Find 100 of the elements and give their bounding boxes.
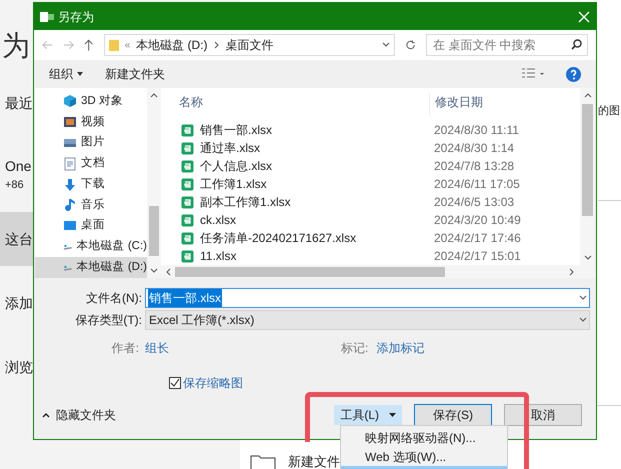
caret-icon [389,413,396,417]
breadcrumb-item[interactable]: 桌面文件 [226,36,274,54]
author-value[interactable]: 组长 [145,339,341,357]
file-name: 销售一部.xlsx [200,122,272,139]
new-folder-button[interactable]: 新建文件夹 [105,65,165,83]
scrollbar-thumb[interactable] [149,206,159,256]
menu-item[interactable]: Web 选项(W)... [341,447,507,466]
music-icon [63,198,77,212]
spreadsheet-icon [181,232,194,244]
file-name: 个人信息.xlsx [200,158,272,175]
overflow-indicator[interactable]: « [124,38,130,52]
nav-item[interactable]: 下载 [35,174,147,195]
spreadsheet-icon [181,124,194,136]
file-date: 2024/8/30 11:11 [433,122,520,139]
window-title: 另存为 [58,8,94,26]
scroll-down-icon[interactable] [584,255,592,261]
view-options-icon[interactable] [522,68,544,80]
hide-folders-button[interactable]: 隐藏文件夹 [42,406,116,424]
address-bar[interactable]: « 本地磁盘 (D:) 桌面文件 [104,34,395,56]
search-field[interactable]: 在 桌面文件 中搜索 [426,34,588,56]
file-row[interactable]: 销售一部.xlsx 2024/8/30 11:11 [161,121,580,139]
new-folder-label: 新建文件 [288,453,340,469]
spreadsheet-icon [181,196,194,208]
spreadsheet-icon [181,142,194,154]
nav-item[interactable]: 视频 [35,112,147,133]
video-icon [63,115,77,130]
scrollbar-thumb[interactable] [175,266,445,276]
checkbox-label: 保存缩略图 [183,375,243,392]
nav-item[interactable]: 本地磁盘 (D:) [35,257,147,278]
file-date: 2024/2/17 15:01 [433,248,522,265]
spreadsheet-icon [181,160,194,172]
file-row[interactable]: 副本工作簿1.xlsx 2024/6/5 13:03 [161,193,580,211]
file-row[interactable]: 11.xlsx 2024/2/17 15:01 [161,247,580,265]
scroll-right-icon[interactable] [569,268,575,276]
spreadsheet-icon [181,250,194,262]
file-row[interactable]: 工作簿1.xlsx 2024/6/11 17:05 [161,175,580,193]
tags-link[interactable]: 添加标记 [376,339,424,357]
page-title: 为 [2,30,30,61]
file-name: 通过率.xlsx [200,140,260,157]
file-row[interactable]: 通过率.xlsx 2024/8/30 1:14 [161,139,580,157]
nav-item[interactable]: 文档 [35,153,147,174]
dropdown-icon[interactable] [382,42,390,48]
file-row[interactable]: 任务清单-202402171627.xlsx 2024/2/17 17:46 [161,229,580,247]
doc-icon [63,156,77,171]
file-name: 11.xlsx [200,248,236,265]
scroll-up-icon[interactable] [584,92,592,98]
caret-icon [77,72,83,76]
file-date: 2024/6/5 13:03 [433,194,516,211]
folder-icon [250,453,276,469]
dropdown-icon [579,295,587,301]
nav-item[interactable]: 图片 [35,132,147,154]
spreadsheet-icon [181,214,194,226]
cancel-button[interactable]: 取消 [504,404,582,426]
file-date: 2024/8/30 1:14 [433,140,516,157]
filename-field[interactable]: 销售一部.xlsx [145,288,590,308]
chevron-icon [214,41,220,49]
file-name: 副本工作簿1.xlsx [200,194,291,211]
file-date: 2024/2/17 17:46 [433,230,522,247]
organize-button[interactable]: 组织 [49,65,83,83]
file-type-select[interactable]: Excel 工作簿(*.xlsx) [145,310,590,330]
description-text: 的图 [598,104,620,119]
nav-item[interactable]: 3D 对象 [35,91,147,112]
field-label: 保存类型(T): [74,312,143,329]
checkbox[interactable] [169,377,181,389]
spreadsheet-icon [181,178,194,190]
excel-icon [40,10,54,22]
file-name: 工作簿1.xlsx [200,176,267,193]
file-name: 任务清单-202402171627.xlsx [200,230,356,247]
frame-left-edge [305,392,310,442]
scrollbar-thumb[interactable] [582,104,593,216]
nav-item[interactable]: 桌面 [35,216,147,236]
up-icon[interactable] [84,39,94,51]
scroll-left-icon[interactable] [165,268,171,276]
file-row[interactable]: 个人信息.xlsx 2024/7/8 13:28 [161,157,580,175]
scroll-up-icon[interactable] [150,92,158,98]
refresh-icon[interactable] [404,39,416,51]
field-label: 作者: [110,340,140,357]
scroll-down-icon[interactable] [150,268,158,274]
save-button[interactable]: 保存(S) [414,404,492,426]
dropdown-icon [579,317,587,323]
field-label: 文件名(N): [85,290,143,307]
folder-icon [108,39,119,51]
nav-item[interactable]: 音乐 [35,194,147,216]
file-date: 2024/7/8 13:28 [433,158,516,175]
download-icon [63,178,77,192]
help-icon[interactable] [566,66,581,82]
file-row[interactable]: ck.xlsx 2024/3/20 10:49 [161,211,580,229]
field-label: 标记: [341,340,370,357]
nav-item[interactable]: 本地磁盘 (C:) [35,236,147,258]
search-icon [571,39,582,50]
close-icon[interactable] [578,10,590,22]
cube-icon [63,94,77,108]
tools-button[interactable]: 工具(L) [334,405,402,425]
breadcrumb-item[interactable]: 本地磁盘 (D:) [136,36,208,54]
menu-item[interactable]: 映射网络驱动器(N)... [341,428,507,447]
file-name: ck.xlsx [200,212,236,229]
file-date: 2024/3/20 10:49 [433,212,522,229]
chevron-up-icon [42,412,50,418]
file-date: 2024/6/11 17:05 [433,176,521,193]
column-header[interactable]: 名称 [161,93,429,116]
